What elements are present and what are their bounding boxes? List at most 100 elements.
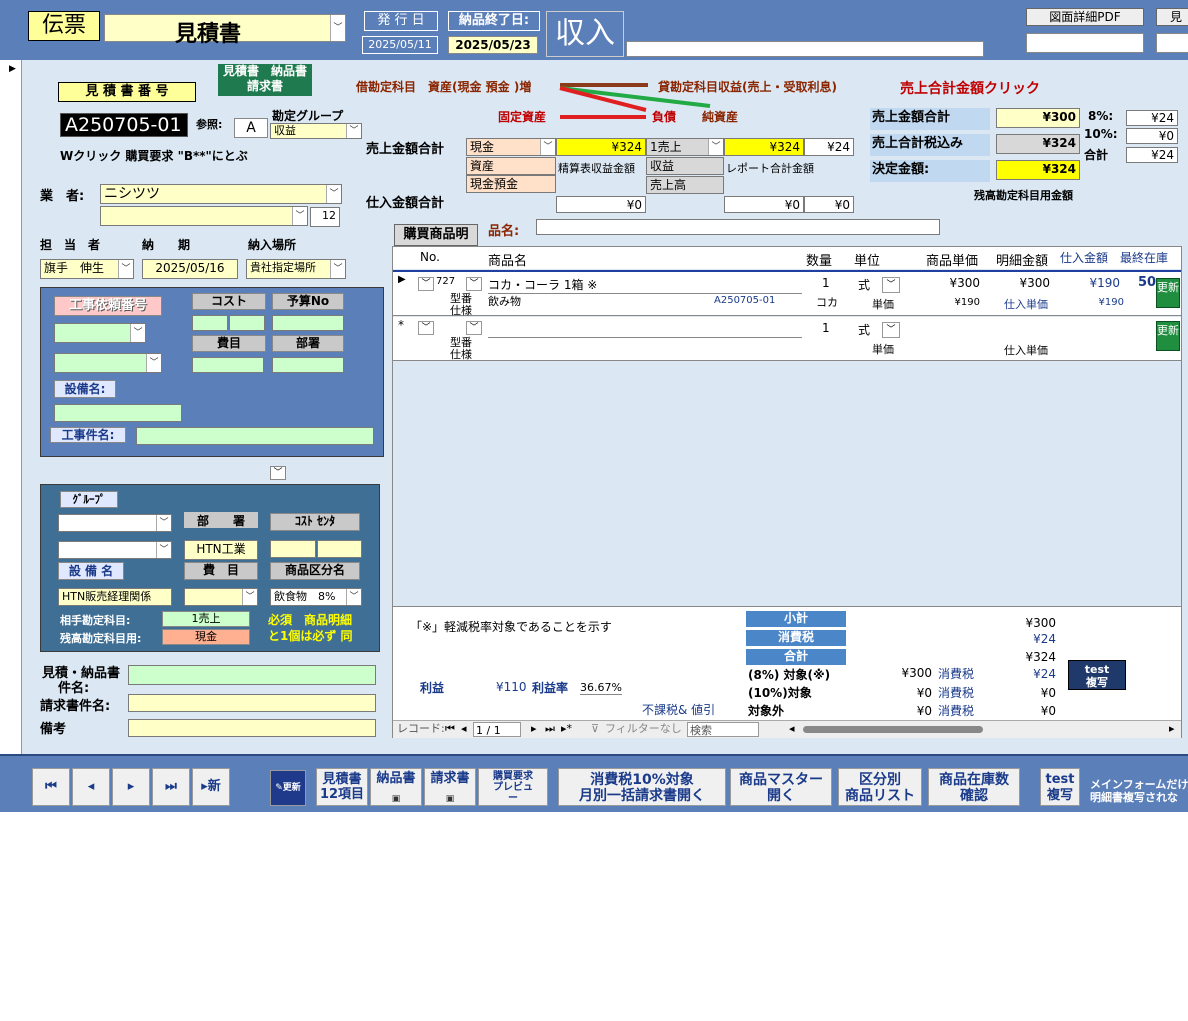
row2-unit[interactable]: 式 <box>858 321 870 338</box>
chevron-down-icon[interactable]: ﹀ <box>540 139 555 155</box>
doc-type-select[interactable]: 見積書 ﹀ <box>104 14 346 47</box>
genkin-select[interactable]: 現金 ﹀ <box>466 138 556 156</box>
mitsumori-no-value[interactable]: A250705-01 <box>60 113 188 137</box>
first-button[interactable]: ⏮ <box>32 768 70 806</box>
kobai-preview-button[interactable]: 購買要求 プレビュー <box>478 768 548 806</box>
row1-shiire[interactable]: ¥190 <box>1070 276 1120 290</box>
row2-qty[interactable]: 1 <box>822 321 830 335</box>
row1-unit[interactable]: 式 <box>858 276 870 293</box>
chevron-down-icon[interactable]: ﹀ <box>882 277 900 293</box>
pdf-button[interactable]: 図面詳細PDF <box>1026 8 1144 26</box>
zandaka-value[interactable]: 現金 <box>162 629 250 645</box>
row1-shiire-tanka[interactable]: ¥190 <box>1080 297 1124 308</box>
chevron-down-icon[interactable]: ﹀ <box>346 124 361 138</box>
gokei-value[interactable]: ¥24 <box>1126 147 1178 163</box>
nonyu-select[interactable]: 貴社指定場所 ﹀ <box>246 259 346 279</box>
summary-tax-incl-value[interactable]: ¥324 <box>996 134 1080 154</box>
chevron-down-icon[interactable]: ﹀ <box>156 542 171 558</box>
himoku-select[interactable]: ﹀ <box>184 588 258 606</box>
detail-tab[interactable]: 購買商品明 <box>394 224 478 246</box>
biko-field[interactable] <box>128 719 376 737</box>
mitsumori-12-button[interactable]: 見積書 12項目 <box>316 768 368 806</box>
search-input[interactable]: 検索 <box>687 722 759 737</box>
setsubi-value[interactable]: HTN販売経理関係 <box>58 588 172 606</box>
row1-price[interactable]: ¥300 <box>930 276 980 290</box>
extra-field[interactable] <box>1156 33 1188 53</box>
chevron-down-icon[interactable]: ﹀ <box>330 260 345 278</box>
chevron-down-icon[interactable]: ﹀ <box>146 354 161 372</box>
filter-icon[interactable]: ⊽ <box>591 721 599 737</box>
chevron-down-icon[interactable]: ﹀ <box>466 277 482 291</box>
header-note-field[interactable] <box>626 41 984 57</box>
row1-name[interactable]: コカ・コーラ 1箱 ※ <box>488 276 802 294</box>
group-sub-select[interactable]: ﹀ <box>58 541 172 559</box>
chevron-down-icon[interactable]: ﹀ <box>708 139 723 155</box>
kubun-list-button[interactable]: 区分別 商品リスト <box>838 768 922 806</box>
cost-field-2[interactable] <box>229 315 265 331</box>
noki-field[interactable]: 2025/05/16 <box>142 259 238 279</box>
chevron-down-icon[interactable]: ﹀ <box>242 589 257 605</box>
cost-center-field-2[interactable] <box>317 540 362 558</box>
scrollbar-thumb[interactable] <box>803 726 983 733</box>
gyosha-code[interactable]: 12 <box>310 207 340 227</box>
amount-1[interactable]: ¥324 <box>556 138 646 156</box>
row2-name-field[interactable] <box>488 322 802 338</box>
extra-button[interactable]: 見 <box>1156 8 1188 26</box>
shiire-amount-2[interactable]: ¥0 <box>724 196 804 213</box>
test-copy-toolbar-button[interactable]: test 複写 <box>1040 768 1080 806</box>
uriage-click-label[interactable]: 売上合計金額クリック <box>900 78 1040 98</box>
tanto-select[interactable]: 旗手 伸生 ﹀ <box>40 259 134 279</box>
first-record-icon[interactable]: ⏮ <box>445 721 455 737</box>
ref-value[interactable]: A <box>234 118 268 138</box>
doc-tab-label[interactable]: 見積書 納品書 請求書 <box>218 64 312 96</box>
shiire-amount-3[interactable]: ¥0 <box>804 196 854 213</box>
seikyusho-button[interactable]: 請求書 ▣ <box>424 768 476 806</box>
row1-amount[interactable]: ¥300 <box>1000 276 1050 290</box>
zaiko-button[interactable]: 商品在庫数 確認 <box>928 768 1020 806</box>
chevron-down-icon[interactable]: ﹀ <box>156 515 171 531</box>
test-copy-button[interactable]: test 複写 <box>1068 660 1126 690</box>
busho-value[interactable]: HTN工業 <box>184 540 258 560</box>
cost-center-field-1[interactable] <box>270 540 316 558</box>
chevron-down-icon[interactable]: ﹀ <box>330 15 345 41</box>
gyosha-sub-select[interactable]: ﹀ <box>100 206 308 226</box>
amount-2[interactable]: ¥324 <box>724 138 804 156</box>
mitsu-kenmei-field[interactable] <box>128 665 376 685</box>
next-button[interactable]: ▸ <box>112 768 150 806</box>
shiire-amount-1[interactable]: ¥0 <box>556 196 646 213</box>
chevron-down-icon[interactable]: ﹀ <box>292 207 307 225</box>
tax10-monthly-button[interactable]: 消費税10%対象 月別一括請求書開く <box>558 768 726 806</box>
amount-3[interactable]: ¥24 <box>804 138 854 156</box>
record-value[interactable]: 1 / 1 <box>473 722 521 737</box>
rate10-value[interactable]: ¥0 <box>1126 128 1178 144</box>
busho-field[interactable] <box>272 357 344 373</box>
row1-tanka[interactable]: ¥190 <box>940 297 980 308</box>
group-select[interactable]: ﹀ <box>58 514 172 532</box>
shohin-kubun-select[interactable]: 飲食物 8% ﹀ <box>270 588 362 606</box>
cost-field-1[interactable] <box>192 315 228 331</box>
chevron-down-icon[interactable]: ﹀ <box>418 321 434 335</box>
chevron-down-icon[interactable]: ﹀ <box>130 324 145 342</box>
row1-update-button[interactable]: 更新 <box>1156 278 1180 308</box>
chevron-down-icon[interactable]: ﹀ <box>118 260 133 278</box>
chevron-down-icon[interactable]: ﹀ <box>270 466 286 480</box>
uriage-item-select[interactable]: 1売上 ﹀ <box>646 138 724 156</box>
pdf-field[interactable] <box>1026 33 1144 53</box>
new-button[interactable]: ▸新 <box>192 768 230 806</box>
last-record-icon[interactable]: ⏭ <box>545 721 555 737</box>
seikyu-kenmei-field[interactable] <box>128 694 376 712</box>
himoku-field[interactable] <box>192 357 264 373</box>
gyosha-select[interactable]: ニシツツ ﹀ <box>100 184 342 204</box>
yosan-field[interactable] <box>272 315 344 331</box>
summary-total-value[interactable]: ¥300 <box>996 108 1080 128</box>
shohin-master-button[interactable]: 商品マスター 開く <box>730 768 832 806</box>
kettei-value[interactable]: ¥324 <box>996 160 1080 180</box>
koji-irai-select[interactable]: ﹀ <box>54 323 146 343</box>
issue-date-value[interactable]: 2025/05/11 <box>362 36 438 54</box>
nohinsho-button[interactable]: 納品書 ▣ <box>370 768 422 806</box>
scroll-right-icon[interactable]: ▸ <box>1169 721 1175 737</box>
rate8-value[interactable]: ¥24 <box>1126 110 1178 126</box>
koji-kenmei-field[interactable] <box>136 427 374 445</box>
record-selector[interactable]: ▶ <box>0 60 22 754</box>
chevron-down-icon[interactable]: ﹀ <box>418 277 434 291</box>
